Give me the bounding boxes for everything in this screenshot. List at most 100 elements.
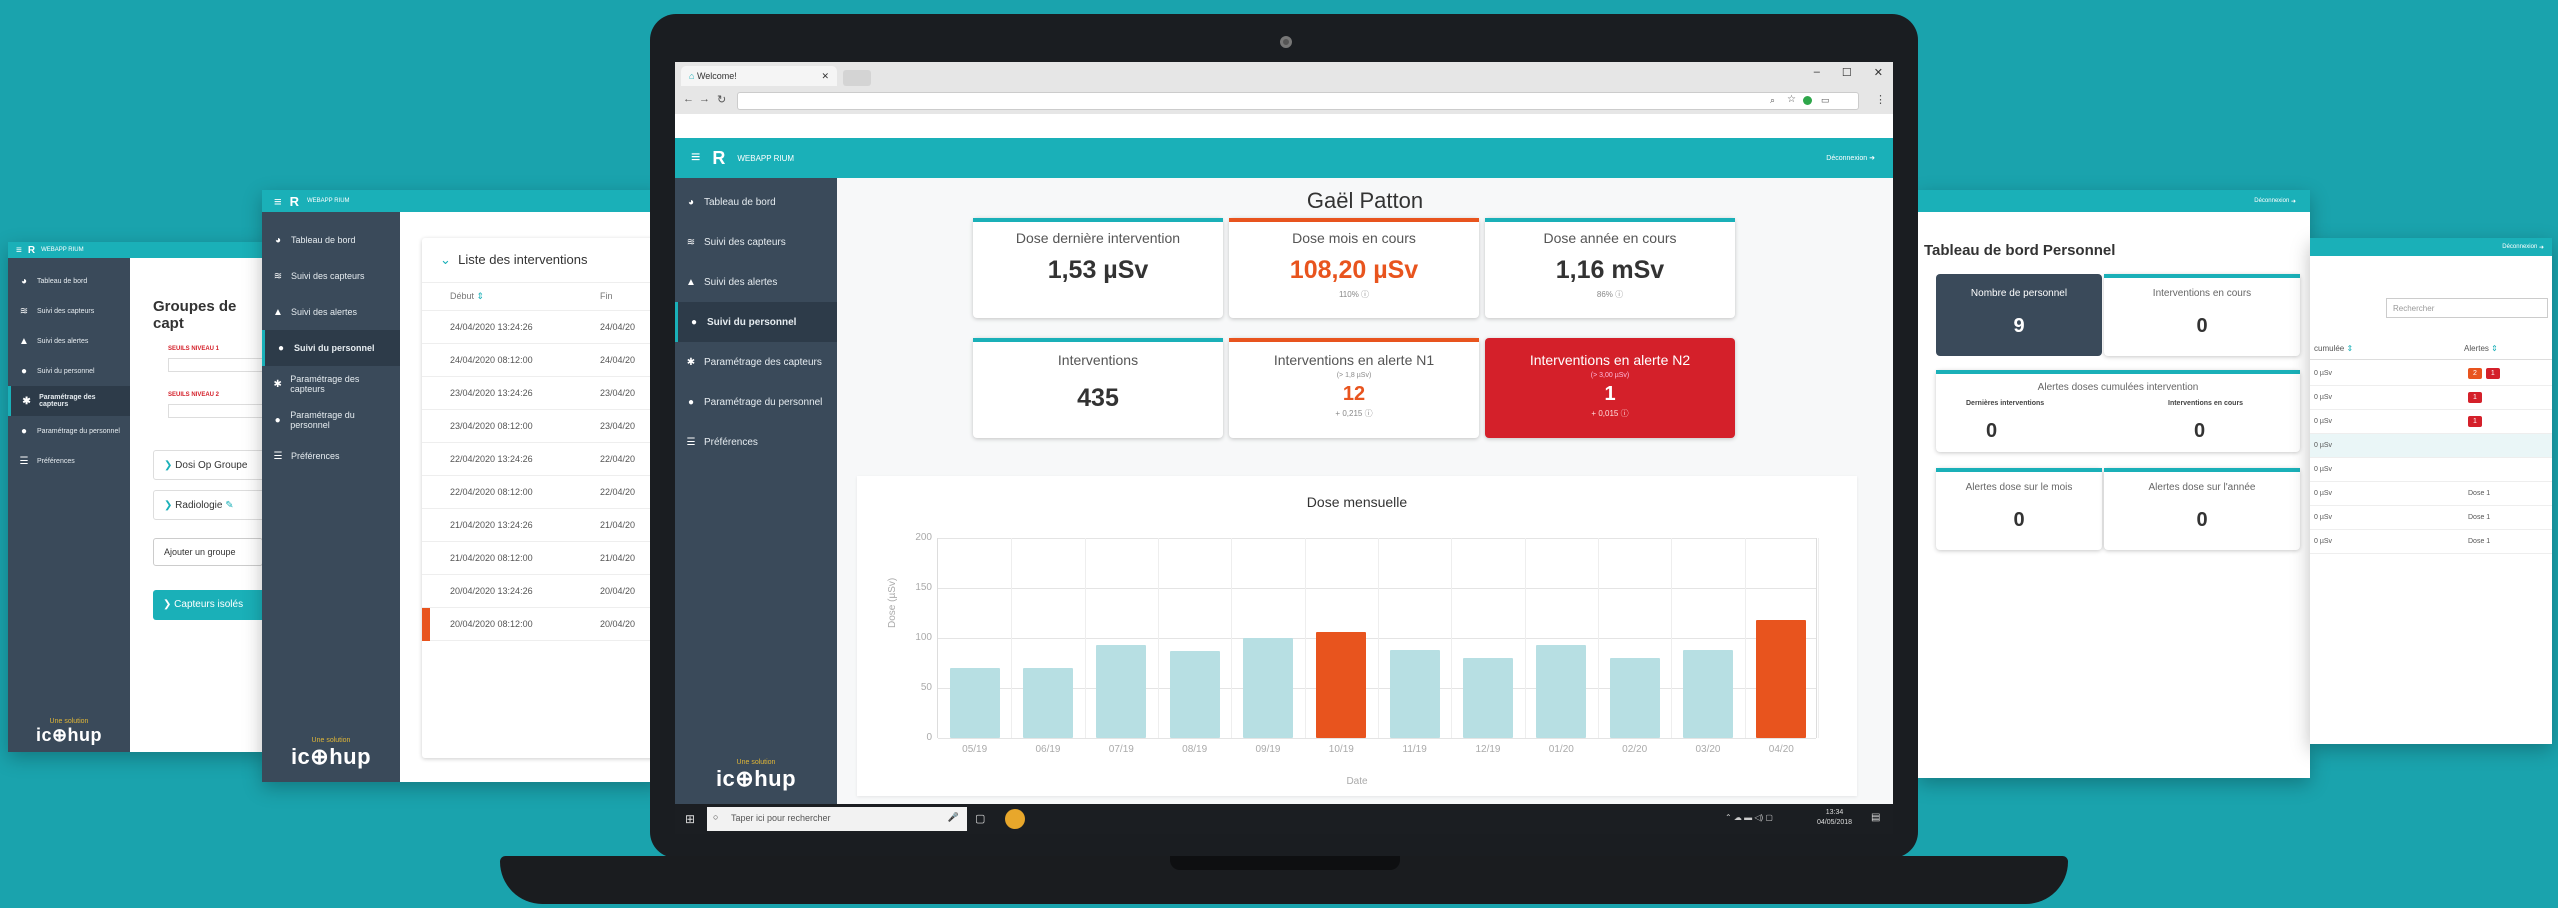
sidebar-item-personnel-settings[interactable]: ● Paramétrage du personnel (8, 416, 130, 446)
sidebar-item-dashboard[interactable]: ◕ Tableau de bord (262, 222, 400, 258)
edit-icon[interactable]: ✎ (225, 500, 233, 511)
info-icon[interactable]: ⓘ (1621, 409, 1629, 418)
sidebar-item-dashboard[interactable]: ◕ Tableau de bord (675, 182, 837, 222)
search-input[interactable]: Rechercher (2386, 298, 2548, 318)
bar-05-19[interactable] (949, 668, 1000, 738)
logout-link[interactable]: Déconnexion (2502, 244, 2537, 250)
windows-start-icon[interactable]: ⊞ (685, 812, 695, 826)
logout-icon[interactable]: ➜ (2291, 198, 2296, 205)
sidebar-item-sensor-settings[interactable]: ✱ Paramétrage des capteurs (8, 386, 130, 416)
table-row[interactable]: 0 µSv 1 (2310, 386, 2552, 410)
table-row[interactable]: 0 µSv Dose 1 (2310, 506, 2552, 530)
address-bar[interactable] (737, 92, 1859, 110)
info-icon[interactable]: ⓘ (1365, 409, 1373, 418)
logout-link[interactable]: Déconnexion (2254, 198, 2289, 204)
group-dosi-op[interactable]: ❯ Dosi Op Groupe (153, 450, 270, 480)
notifications-icon[interactable]: ▤ (1871, 812, 1880, 823)
sidebar-item-sensors[interactable]: ≋ Suivi des capteurs (8, 296, 130, 326)
table-row[interactable]: 0 µSv 2 1 (2310, 362, 2552, 386)
group-radiologie[interactable]: ❯ Radiologie ✎ (153, 490, 270, 520)
sidebar-item-personnel[interactable]: ● Suivi du personnel (262, 330, 400, 366)
sidebar-item-personnel[interactable]: ● Suivi du personnel (675, 302, 837, 342)
sidebar-item-preferences[interactable]: ☰ Préférences (262, 438, 400, 474)
threshold-1-input[interactable] (168, 358, 270, 372)
extension-icon[interactable] (1803, 96, 1812, 105)
bar-04-20[interactable] (1756, 620, 1807, 738)
forward-icon[interactable]: → (699, 93, 710, 105)
table-row[interactable]: 0 µSv Dose 1 (2310, 482, 2552, 506)
info-icon[interactable]: ⓘ (1361, 290, 1369, 299)
menu-icon[interactable]: ≡ (274, 194, 282, 209)
sidebar-item-preferences[interactable]: ☰ Préférences (675, 422, 837, 462)
logout-link[interactable]: Déconnexion ➜ (1826, 154, 1875, 162)
table-row[interactable]: 21/04/2020 13:24:26 21/04/20 (422, 509, 662, 542)
table-row[interactable]: 0 µSv Dose 1 (2310, 530, 2552, 554)
table-row[interactable]: 20/04/2020 13:24:26 20/04/20 (422, 575, 662, 608)
isolated-sensors-button[interactable]: ❯ Capteurs isolés (153, 590, 270, 620)
column-alerts[interactable]: Alertes ⇕ (2464, 344, 2498, 353)
bar-08-19[interactable] (1169, 651, 1220, 738)
maximize-button[interactable]: ☐ (1842, 66, 1852, 79)
system-tray-icons[interactable]: ⌃ ☁ ▬ ◁) ▢ (1725, 813, 1773, 822)
table-row[interactable]: 24/04/2020 08:12:00 24/04/20 (422, 344, 662, 377)
menu-icon[interactable]: ≡ (16, 245, 22, 256)
chrome-taskbar-icon[interactable] (1005, 809, 1025, 829)
sidebar-item-personnel[interactable]: ● Suivi du personnel (8, 356, 130, 386)
sidebar-item-sensor-settings[interactable]: ✱ Paramétrage des capteurs (262, 366, 400, 402)
sidebar-item-alerts[interactable]: ▲ Suivi des alertes (8, 326, 130, 356)
logout-icon[interactable]: ➜ (2539, 244, 2544, 251)
table-row[interactable]: 22/04/2020 13:24:26 22/04/20 (422, 443, 662, 476)
info-icon[interactable]: ⓘ (1615, 290, 1623, 299)
table-row[interactable]: 0 µSv 1 (2310, 410, 2552, 434)
chevron-down-icon[interactable]: ⌄ (440, 252, 451, 267)
column-start[interactable]: Début ⇕ (450, 291, 600, 302)
cast-icon[interactable]: ▭ (1821, 95, 1830, 106)
new-tab-button[interactable] (843, 70, 871, 86)
table-row[interactable]: 20/04/2020 08:12:00 20/04/20 (422, 608, 662, 641)
sidebar-item-alerts[interactable]: ▲ Suivi des alertes (262, 294, 400, 330)
clock[interactable]: 13:34 04/05/2018 (1817, 808, 1852, 828)
bar-07-19[interactable] (1096, 645, 1147, 738)
microphone-icon[interactable]: 🎤 (948, 812, 959, 823)
close-button[interactable]: ✕ (1874, 66, 1883, 79)
bar-10-19[interactable] (1316, 632, 1367, 738)
search-icon[interactable]: ⌕ (1770, 95, 1775, 106)
sort-icon: ⇕ (2491, 344, 2498, 353)
table-row[interactable]: 0 µSv (2310, 458, 2552, 482)
sidebar-item-personnel-settings[interactable]: ● Paramétrage du personnel (675, 382, 837, 422)
column-dose[interactable]: cumulée ⇕ (2314, 344, 2464, 353)
bar-09-19[interactable] (1243, 638, 1293, 738)
browser-tab[interactable]: ⌂ Welcome! ✕ (681, 66, 837, 86)
table-row[interactable]: 23/04/2020 13:24:26 23/04/20 (422, 377, 662, 410)
bar-12-19[interactable] (1463, 658, 1513, 738)
close-tab-icon[interactable]: ✕ (821, 71, 829, 81)
add-group-button[interactable]: Ajouter un groupe (153, 538, 263, 566)
table-row[interactable]: 22/04/2020 08:12:00 22/04/20 (422, 476, 662, 509)
threshold-2-input[interactable] (168, 404, 270, 418)
sidebar-item-dashboard[interactable]: ◕ Tableau de bord (8, 266, 130, 296)
table-row[interactable]: 24/04/2020 13:24:26 24/04/20 (422, 311, 662, 344)
sidebar-item-sensors[interactable]: ≋ Suivi des capteurs (675, 222, 837, 262)
bookmark-icon[interactable]: ☆ (1787, 94, 1796, 105)
bar-02-20[interactable] (1609, 658, 1660, 738)
menu-icon[interactable]: ≡ (691, 149, 700, 167)
sidebar-item-sensor-settings[interactable]: ✱ Paramétrage des capteurs (675, 342, 837, 382)
sidebar-item-preferences[interactable]: ☰ Préférences (8, 446, 130, 476)
bar-03-20[interactable] (1683, 650, 1733, 738)
browser-menu-icon[interactable]: ⋮ (1875, 93, 1886, 106)
bar-06-19[interactable] (1023, 668, 1073, 738)
task-view-icon[interactable]: ▢ (975, 812, 985, 825)
back-icon[interactable]: ← (683, 93, 694, 105)
table-row[interactable]: 0 µSv (2310, 434, 2552, 458)
sidebar-item-alerts[interactable]: ▲ Suivi des alertes (675, 262, 837, 302)
column-end[interactable]: Fin (600, 291, 613, 302)
taskbar-search[interactable]: ○ Taper ici pour rechercher 🎤 (707, 807, 967, 831)
minimize-button[interactable]: – (1814, 66, 1820, 79)
bar-11-19[interactable] (1389, 650, 1440, 738)
sidebar-item-personnel-settings[interactable]: ● Paramétrage du personnel (262, 402, 400, 438)
sidebar-item-sensors[interactable]: ≋ Suivi des capteurs (262, 258, 400, 294)
bar-01-20[interactable] (1536, 645, 1587, 738)
reload-icon[interactable]: ↻ (717, 93, 726, 106)
table-row[interactable]: 21/04/2020 08:12:00 21/04/20 (422, 542, 662, 575)
table-row[interactable]: 23/04/2020 08:12:00 23/04/20 (422, 410, 662, 443)
